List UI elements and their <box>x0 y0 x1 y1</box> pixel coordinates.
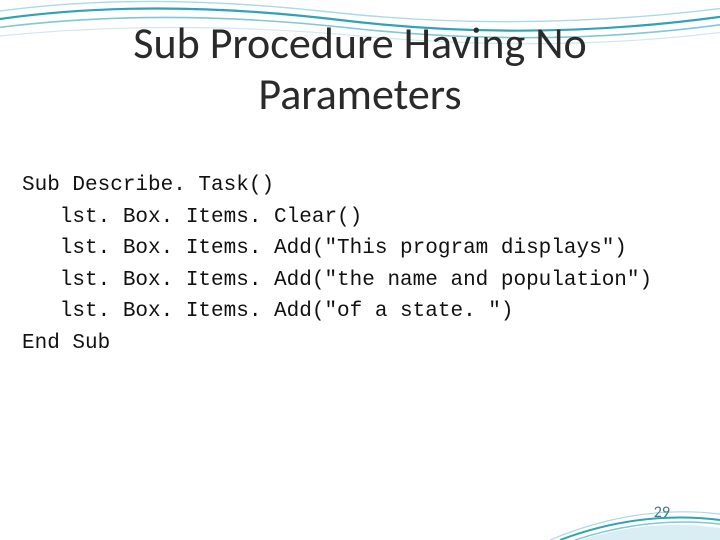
bottom-corner-decoration <box>540 470 720 540</box>
code-line-6: End Sub <box>22 332 110 355</box>
code-line-5: lst. Box. Items. Add("of a state. ") <box>22 300 513 323</box>
code-line-3: lst. Box. Items. Add("This program displ… <box>22 237 627 260</box>
page-number: 29 <box>654 503 670 522</box>
slide-title: Sub Procedure Having No Parameters <box>0 18 720 119</box>
code-line-4: lst. Box. Items. Add("the name and popul… <box>22 269 652 292</box>
code-line-1: Sub Describe. Task() <box>22 174 274 197</box>
title-line-1: Sub Procedure Having No <box>133 16 586 70</box>
code-block: Sub Describe. Task() lst. Box. Items. Cl… <box>22 170 652 359</box>
slide: Sub Procedure Having No Parameters Sub D… <box>0 0 720 540</box>
code-line-2: lst. Box. Items. Clear() <box>22 206 362 229</box>
title-line-2: Parameters <box>258 67 461 121</box>
